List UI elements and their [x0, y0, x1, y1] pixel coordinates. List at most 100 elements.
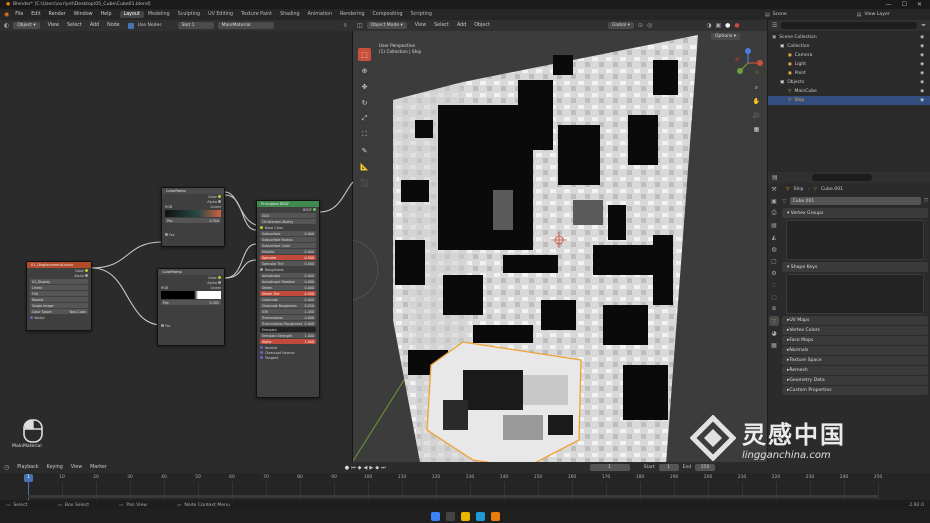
object-mode-dropdown[interactable]: Object Mode ▾ [366, 22, 407, 29]
viewport-menu-add[interactable]: Add [453, 23, 470, 28]
material-tab-icon[interactable]: ◕ [769, 328, 779, 338]
outliner-editor-icon[interactable]: ☰ [772, 22, 777, 29]
visibility-eye-icon[interactable]: ◉ [920, 89, 924, 94]
ramp1-mode-row[interactable]: RGB Linear [162, 204, 224, 209]
tab-modeling[interactable]: Modeling [144, 11, 174, 18]
tab-rendering[interactable]: Rendering [336, 11, 369, 18]
bsdf-output[interactable]: BSDF [257, 207, 319, 212]
visibility-eye-icon[interactable]: ◉ [920, 53, 924, 58]
bsdf-tangent[interactable]: Tangent [257, 355, 319, 360]
principled-bsdf-node[interactable]: Principled BSDF BSDF GGX Christensen-Burl… [256, 200, 320, 398]
modifier-tab-icon[interactable]: ⚙ [769, 268, 779, 278]
shading-material-icon[interactable]: ● [734, 22, 739, 29]
timeline[interactable]: ◷ Playback Keying View Marker ● ⏮ ◆ ◀ ▶ ◆ ⏭… [0, 462, 930, 500]
texture-tab-icon[interactable]: ▦ [769, 340, 779, 350]
timeline-menu-playback[interactable]: Playback [13, 465, 42, 470]
scene-selector[interactable]: Scene [773, 12, 787, 17]
bsdf-base-color[interactable]: Base Color [257, 225, 319, 230]
ramp1-gradient[interactable] [165, 210, 221, 217]
search-icon[interactable] [445, 512, 455, 521]
tex-ext-field[interactable]: Repeat [30, 297, 88, 302]
bsdf-tangent-socket[interactable] [260, 356, 263, 359]
hand-nav-icon[interactable]: ✋ [751, 96, 762, 107]
outliner-item-scene-collection[interactable]: ▣ Scene Collection ◉ [768, 33, 930, 42]
properties-editor-icon[interactable]: ▤ [772, 174, 778, 181]
outliner-item-light[interactable]: ◼ Light ◉ [768, 60, 930, 69]
annotate-tool-icon[interactable]: ✎ [358, 144, 371, 157]
shape-keys-panel[interactable]: ▾ Shape Keys [782, 262, 928, 272]
navigation-gizmo[interactable] [733, 48, 763, 78]
tab-shading[interactable]: Shading [276, 11, 304, 18]
tab-scripting[interactable]: Scripting [407, 11, 436, 18]
bsdf-base-color-socket[interactable] [260, 226, 263, 229]
geometry-data-panel[interactable]: ▸ Geometry Data [782, 376, 928, 385]
next-key-icon[interactable]: ◆ [375, 465, 379, 471]
bsdf-anisotropic-rotation[interactable]: Anisotropic Rotation 0.000 [260, 279, 316, 284]
outliner-item-collection[interactable]: ▣ Collection ◉ [768, 42, 930, 51]
color-ramp-node-2[interactable]: ColorRamp Color Alpha RGB Linear Pos 0.491… [157, 268, 225, 346]
tab-uv-editing[interactable]: UV Editing [204, 11, 237, 18]
filter-icon[interactable]: ⏷ [921, 22, 926, 30]
add-cube-tool-icon[interactable]: ⬛ [358, 176, 371, 189]
bsdf-clearcoat-roughness[interactable]: Clearcoat Roughness 0.030 [260, 303, 316, 308]
ramp2-mode-row[interactable]: RGB Linear [158, 285, 224, 290]
vertex-groups-panel[interactable]: ▾ Vertex Groups [782, 208, 928, 218]
outliner-item-ship[interactable]: ▽ Ship ◉ [768, 96, 930, 105]
start-frame-field[interactable]: 1 [658, 464, 679, 471]
grid-nav-icon[interactable]: ▦ [751, 124, 762, 135]
tex-image-field[interactable]: 01_Display [30, 279, 88, 284]
shading-solid-icon[interactable]: ● [725, 22, 730, 29]
tex-vector-input[interactable]: Vector [27, 315, 91, 320]
shader-node-editor[interactable]: ◐ Object ▾ View Select Add Node Use Nodes S… [0, 20, 353, 462]
viewport-menu-view[interactable]: View [411, 23, 430, 28]
tex-interp-field[interactable]: Linear [30, 285, 88, 290]
constraints-tab-icon[interactable]: ⧈ [769, 304, 779, 314]
visibility-eye-icon[interactable]: ◉ [920, 98, 924, 103]
normals-panel[interactable]: ▸ Normals [782, 346, 928, 355]
playhead[interactable]: 1 [24, 474, 33, 482]
tex-proj-field[interactable]: Flat [30, 291, 88, 296]
render-tab-icon[interactable]: ▣ [769, 196, 779, 206]
viewport-menu-object[interactable]: Object [470, 23, 494, 28]
zoom-nav-icon[interactable]: ⌕ [751, 82, 762, 93]
mesh-name-field[interactable]: Cube.001 [789, 197, 922, 205]
move-tool-icon[interactable]: ✥ [358, 80, 371, 93]
particles-tab-icon[interactable]: ∴ [769, 280, 779, 290]
data-tab-icon[interactable]: ▽ [769, 316, 779, 326]
snap-icon[interactable]: ⊙ [638, 22, 643, 29]
timeline-menu-view[interactable]: View [67, 465, 86, 470]
timeline-menu-keying[interactable]: Keying [43, 465, 67, 470]
menu-edit[interactable]: Edit [27, 12, 44, 17]
menu-window[interactable]: Window [70, 12, 97, 17]
select-tool-icon[interactable]: ⬚ [358, 48, 371, 61]
camera-nav-icon[interactable]: 🎥 [751, 110, 762, 121]
3d-viewport[interactable]: ◫ Object Mode ▾ View Select Add Object Glob… [353, 20, 767, 462]
outliner[interactable]: ☰ ⏷ ▣ Scene Collection ◉ ▣ Collection ◉ ◼ Camer… [768, 20, 930, 172]
bsdf-ggx[interactable]: GGX [260, 213, 316, 218]
end-frame-field[interactable]: 250 [695, 464, 716, 471]
menu-render[interactable]: Render [45, 12, 70, 17]
xray-icon[interactable]: ▣ [715, 22, 721, 29]
bsdf-ior[interactable]: IOR 1.450 [260, 309, 316, 314]
view-layer-tab-icon[interactable]: ▤ [769, 220, 779, 230]
physics-tab-icon[interactable]: ◌ [769, 292, 779, 302]
bsdf-metallic[interactable]: Metallic 0.000 [260, 249, 316, 254]
maximize-button[interactable]: ☐ [902, 1, 907, 8]
tool-tab-icon[interactable]: ⚒ [769, 184, 779, 194]
jump-start-icon[interactable]: ⏮ [351, 465, 356, 471]
color-ramp-node-1[interactable]: ColorRamp Color Alpha RGB Linear Pos 0.350… [161, 187, 225, 247]
texture-space-panel[interactable]: ▸ Texture Space [782, 356, 928, 365]
remesh-panel[interactable]: ▸ Remesh [782, 366, 928, 375]
bsdf-specular[interactable]: Specular 0.500 [260, 255, 316, 260]
outliner-item-point[interactable]: ◼ Point ◉ [768, 69, 930, 78]
current-frame-field[interactable]: 1 [589, 464, 630, 471]
ramp2-gradient[interactable] [161, 291, 221, 299]
transform-orientation-dropdown[interactable]: Global ▾ [607, 22, 634, 29]
start-icon[interactable] [430, 512, 440, 521]
bsdf-subsurface-radius[interactable]: Subsurface Radius [260, 237, 316, 242]
bsdf-roughness-socket[interactable] [260, 268, 263, 271]
blender-taskbar-icon[interactable] [490, 512, 500, 521]
output-tab-icon[interactable]: ⎙ [769, 208, 779, 218]
tex-source-field[interactable]: Single Image [30, 303, 88, 308]
rotate-tool-icon[interactable]: ↻ [358, 96, 371, 109]
